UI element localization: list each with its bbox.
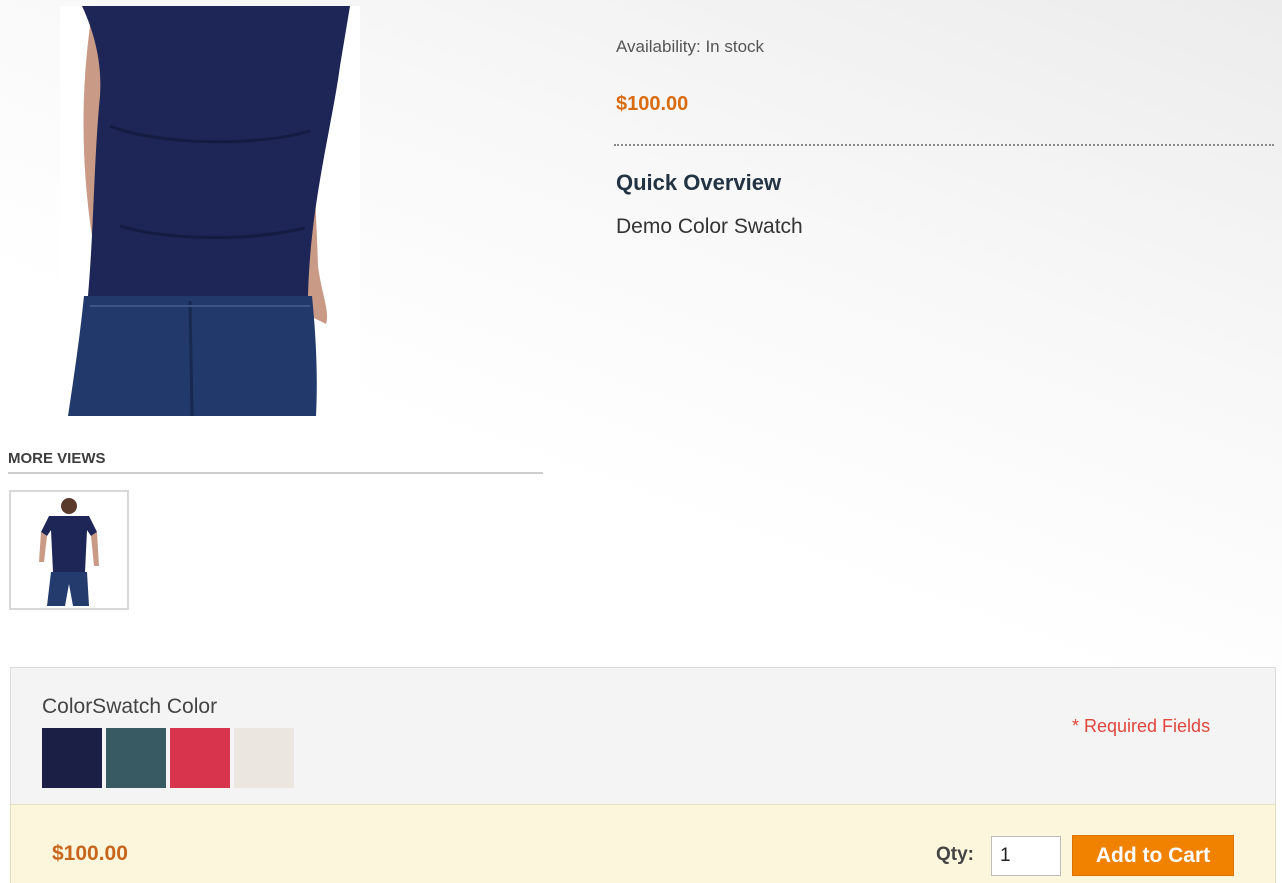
qty-input[interactable] <box>991 836 1061 876</box>
quick-overview-title: Quick Overview <box>616 170 782 195</box>
color-swatch-teal[interactable] <box>106 728 166 788</box>
required-fields-note: * Required Fields <box>1072 716 1211 736</box>
cart-bar-price: $100.00 <box>52 842 128 865</box>
availability-status: Availability: In stock <box>616 37 765 56</box>
main-product-image[interactable] <box>60 6 360 416</box>
color-swatch-navy[interactable] <box>42 728 102 788</box>
quick-overview-text: Demo Color Swatch <box>616 215 803 238</box>
more-views-thumbnail[interactable] <box>9 490 129 610</box>
product-page: MORE VIEWS Availability: In stock $100.0… <box>0 0 1282 883</box>
product-price: $100.00 <box>616 93 689 115</box>
color-swatch-list <box>42 728 294 788</box>
color-swatch-pink-red[interactable] <box>170 728 230 788</box>
more-views-divider <box>8 472 543 474</box>
color-option-label: ColorSwatch Color <box>42 695 218 718</box>
tshirt-model-thumbnail-icon <box>11 492 127 608</box>
more-views-title: MORE VIEWS <box>8 450 106 467</box>
add-to-cart-button[interactable]: Add to Cart <box>1072 835 1234 876</box>
qty-label: Qty: <box>936 844 974 865</box>
color-swatch-cream[interactable] <box>234 728 294 788</box>
price-divider <box>614 144 1274 146</box>
tshirt-model-photo-icon <box>60 6 360 416</box>
